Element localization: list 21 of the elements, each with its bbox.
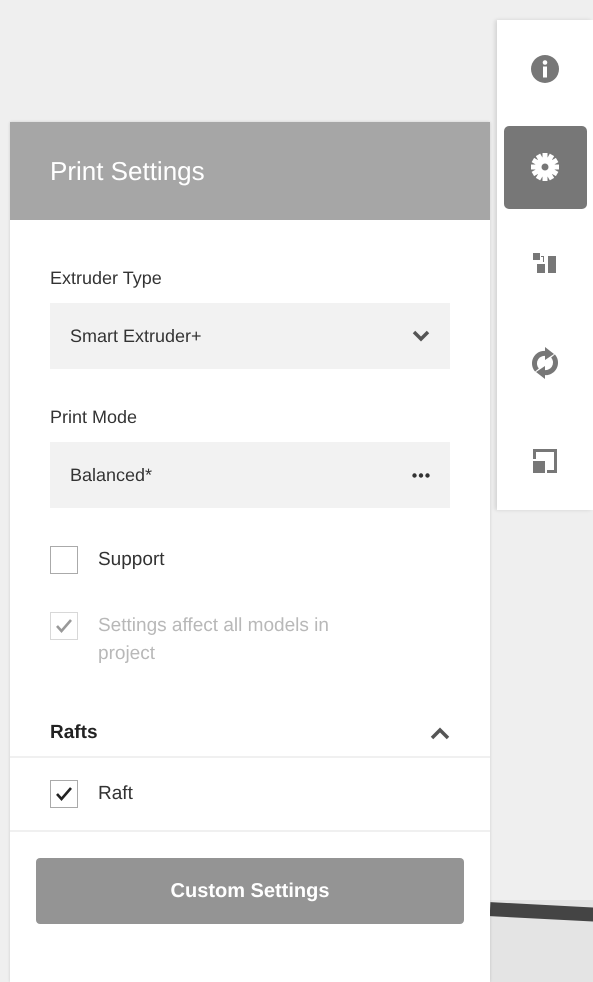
checkbox[interactable] bbox=[50, 546, 78, 574]
more-icon bbox=[412, 472, 430, 478]
checkbox-label: Support bbox=[98, 548, 165, 572]
field-label: Print Mode bbox=[50, 407, 138, 428]
checkbox-label: Raft bbox=[98, 782, 133, 806]
resize-icon bbox=[530, 446, 560, 476]
checkbox-label: Settings affect all models in project bbox=[98, 614, 330, 666]
select-field[interactable]: Balanced* bbox=[50, 442, 450, 508]
panel-title: Print Settings bbox=[50, 156, 205, 186]
toolbar-button[interactable] bbox=[504, 126, 586, 208]
info-icon bbox=[530, 54, 560, 84]
checkmark-icon bbox=[56, 619, 72, 633]
chevron-down-icon bbox=[412, 330, 430, 342]
gear-icon bbox=[530, 152, 560, 182]
checkbox[interactable] bbox=[50, 780, 78, 808]
dropdown[interactable]: Smart Extruder+ bbox=[50, 303, 450, 369]
rotate-icon bbox=[530, 346, 560, 380]
checkmark-icon bbox=[56, 787, 72, 801]
chevron-up-icon bbox=[430, 726, 450, 740]
section-header[interactable]: Rafts bbox=[50, 710, 450, 756]
field-label: Extruder Type bbox=[50, 268, 163, 289]
